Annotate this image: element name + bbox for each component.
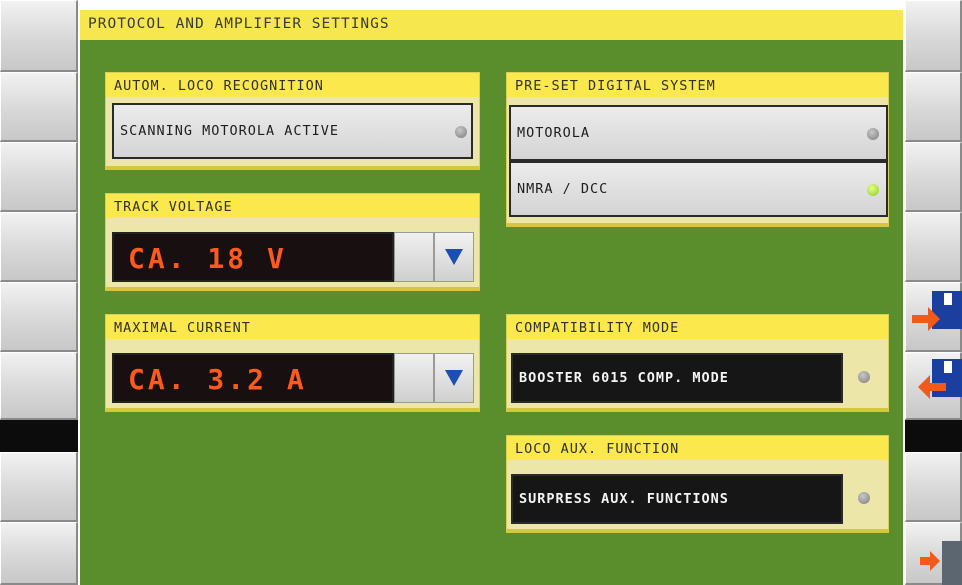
digital-system-option-nmra-dcc[interactable]: NMRA / DCC — [509, 161, 888, 217]
left-soft-key-7[interactable] — [0, 452, 78, 522]
track-voltage-header: TRACK VOLTAGE — [106, 194, 479, 218]
import-button[interactable] — [905, 352, 962, 420]
triangle-down-icon — [445, 370, 463, 386]
left-soft-key-6[interactable] — [0, 352, 78, 420]
compatibility-mode-indicator — [858, 371, 870, 383]
triangle-down-icon — [445, 249, 463, 265]
left-soft-key-1[interactable] — [0, 0, 78, 72]
compatibility-mode-toggle[interactable]: BOOSTER 6015 COMP. MODE — [511, 353, 843, 403]
digital-system-header: PRE-SET DIGITAL SYSTEM — [507, 73, 888, 97]
loco-aux-function-header: LOCO AUX. FUNCTION — [507, 436, 888, 460]
right-soft-key-2[interactable] — [905, 72, 962, 142]
loco-aux-function-toggle[interactable]: SURPRESS AUX. FUNCTIONS — [511, 474, 843, 524]
loco-recognition-status: SCANNING MOTOROLA ACTIVE — [120, 123, 340, 139]
maximal-current-display: CA. 3.2 A — [112, 353, 394, 403]
digital-system-option-motorola[interactable]: MOTOROLA — [509, 105, 888, 161]
loco-recognition-header: AUTOM. LOCO RECOGNITION — [106, 73, 479, 97]
digital-system-option-label: MOTOROLA — [517, 125, 591, 141]
maximal-current-header: MAXIMAL CURRENT — [106, 315, 479, 339]
digital-system-group: PRE-SET DIGITAL SYSTEM MOTOROLA NMRA / D… — [506, 72, 889, 227]
track-voltage-stepper[interactable] — [394, 232, 434, 282]
exit-button[interactable] — [905, 522, 962, 585]
import-arrow-icon — [918, 359, 962, 399]
right-soft-key-7[interactable] — [905, 452, 962, 522]
right-soft-key-1[interactable] — [905, 0, 962, 72]
maximal-current-stepper[interactable] — [394, 353, 434, 403]
left-soft-key-8[interactable] — [0, 522, 78, 585]
maximal-current-value: CA. 3.2 A — [128, 363, 307, 396]
loco-recognition-group: AUTOM. LOCO RECOGNITION SCANNING MOTOROL… — [105, 72, 480, 170]
left-soft-key-4[interactable] — [0, 212, 78, 282]
loco-aux-function-group: LOCO AUX. FUNCTION SURPRESS AUX. FUNCTIO… — [506, 435, 889, 533]
digital-system-option-label: NMRA / DCC — [517, 181, 609, 197]
right-divider — [905, 420, 962, 452]
left-divider — [0, 420, 78, 452]
left-soft-key-2[interactable] — [0, 72, 78, 142]
compatibility-mode-label: BOOSTER 6015 COMP. MODE — [519, 370, 729, 386]
page-title: PROTOCOL AND AMPLIFIER SETTINGS — [88, 16, 390, 32]
exit-arrow-icon — [920, 541, 962, 585]
loco-recognition-indicator — [455, 126, 467, 138]
loco-aux-function-indicator — [858, 492, 870, 504]
track-voltage-dropdown-button[interactable] — [434, 232, 474, 282]
left-soft-key-5[interactable] — [0, 282, 78, 352]
maximal-current-dropdown-button[interactable] — [434, 353, 474, 403]
compatibility-mode-group: COMPATIBILITY MODE BOOSTER 6015 COMP. MO… — [506, 314, 889, 412]
motorola-indicator — [867, 128, 879, 140]
loco-recognition-toggle[interactable]: SCANNING MOTOROLA ACTIVE — [112, 103, 473, 159]
track-voltage-value: CA. 18 V — [128, 242, 287, 275]
export-arrow-icon — [912, 291, 962, 331]
maximal-current-group: MAXIMAL CURRENT CA. 3.2 A — [105, 314, 480, 412]
right-soft-key-4[interactable] — [905, 212, 962, 282]
track-voltage-display: CA. 18 V — [112, 232, 394, 282]
export-button[interactable] — [905, 282, 962, 352]
left-soft-key-3[interactable] — [0, 142, 78, 212]
loco-aux-function-label: SURPRESS AUX. FUNCTIONS — [519, 491, 729, 507]
right-soft-key-3[interactable] — [905, 142, 962, 212]
track-voltage-group: TRACK VOLTAGE CA. 18 V — [105, 193, 480, 291]
nmra-dcc-indicator — [867, 184, 879, 196]
compatibility-mode-header: COMPATIBILITY MODE — [507, 315, 888, 339]
